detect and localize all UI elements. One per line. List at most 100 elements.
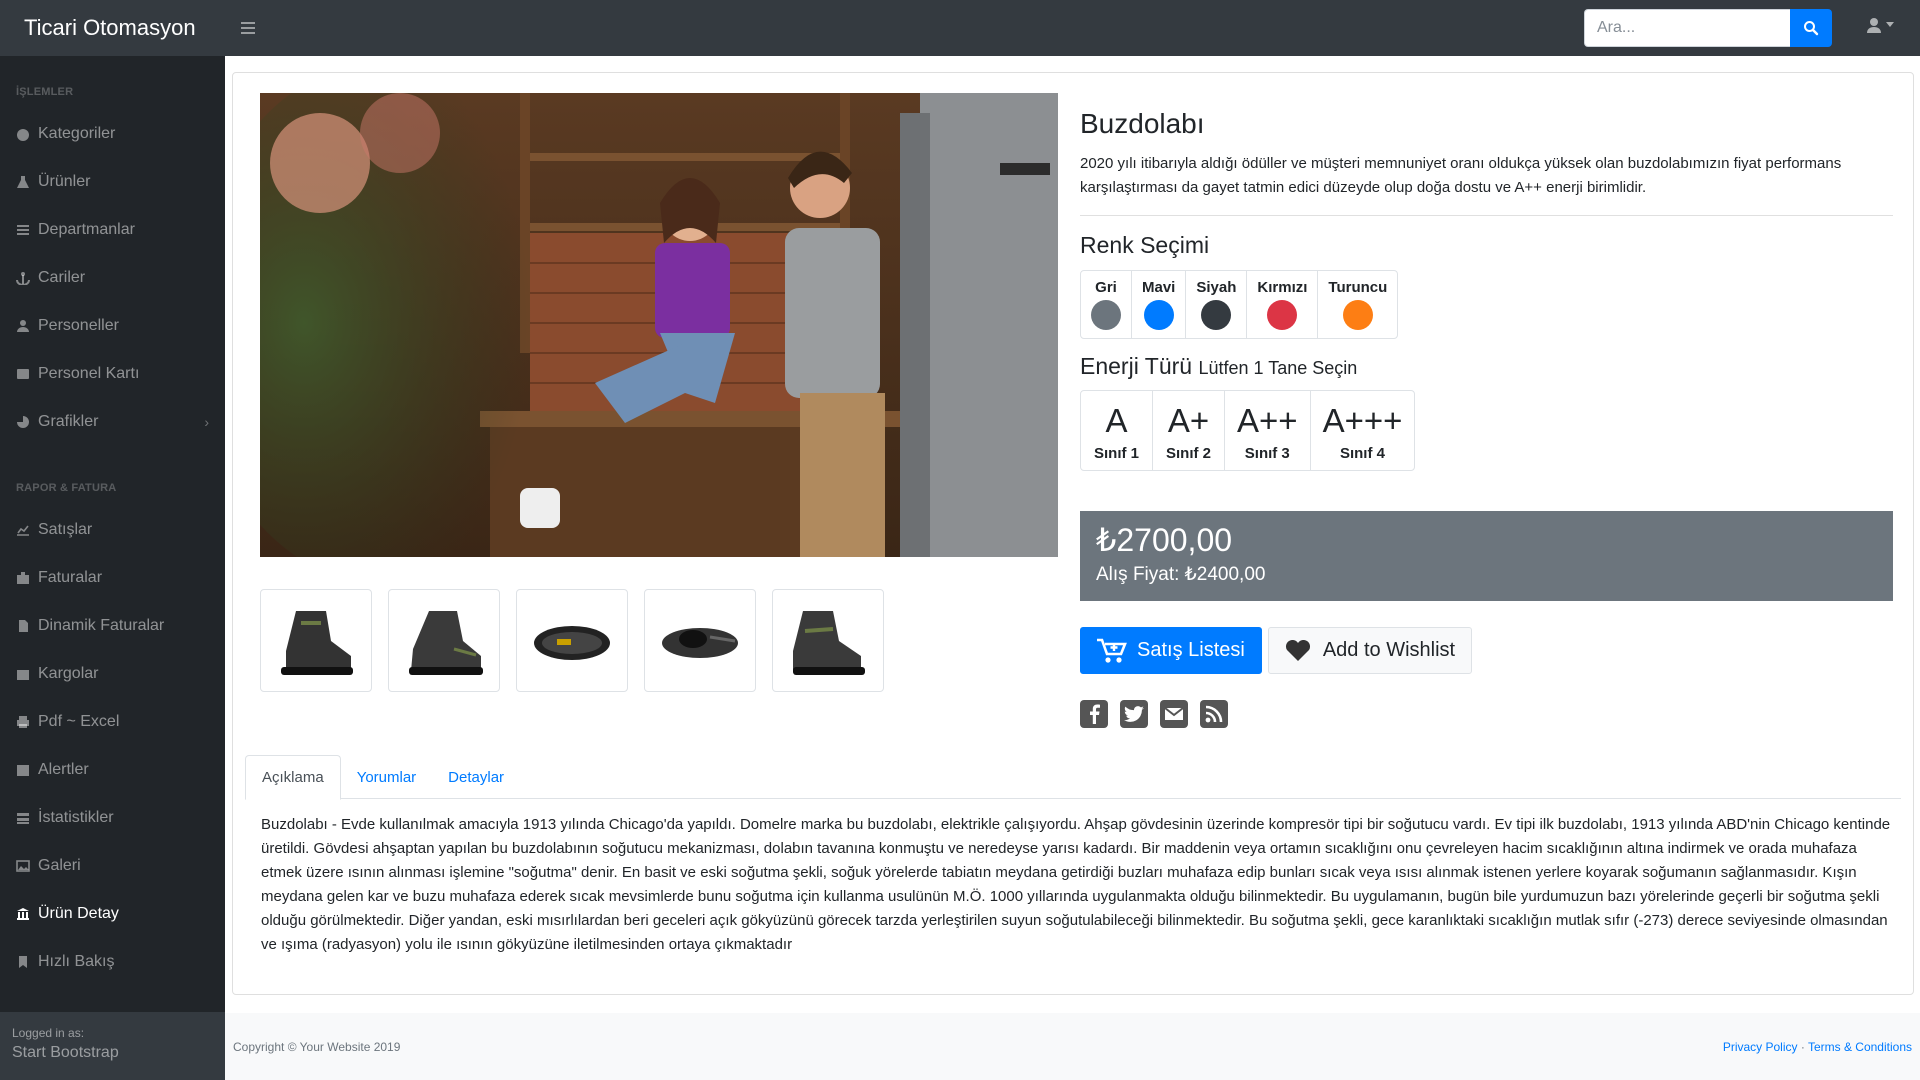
color-swatch	[1342, 300, 1373, 330]
wishlist-label: Add to Wishlist	[1322, 639, 1456, 661]
divider	[1080, 215, 1893, 216]
energy-grade: A+++	[1322, 402, 1403, 439]
color-heading: Renk Seçimi	[1080, 232, 1210, 258]
sidebar-item-i-statistikler[interactable]: İstatistikler	[0, 794, 225, 842]
tab-yorumlar[interactable]: Yorumlar	[341, 755, 432, 799]
caret-down-icon	[1886, 22, 1894, 27]
sidebar-item-label: Personel Kartı	[38, 365, 140, 382]
sidebar-item-label: Alertler	[38, 761, 89, 778]
product-main-image[interactable]	[260, 93, 1058, 557]
sidebar-toggle-icon[interactable]	[241, 22, 261, 34]
privacy-policy-link[interactable]: Privacy Policy	[1723, 1040, 1798, 1054]
sidebar-item-satışlar[interactable]: Satışlar	[0, 506, 225, 554]
energy-option-2[interactable]: A+ Sınıf 2	[1153, 391, 1225, 470]
chevron-right-icon: ›	[204, 414, 209, 430]
action-buttons: Satış Listesi Add to Wishlist	[1080, 627, 1473, 674]
twitter-icon[interactable]	[1120, 700, 1148, 728]
color-label: Kırmızı	[1257, 279, 1308, 296]
sidebar-item-hızlı-bakış[interactable]: Hızlı Bakış	[0, 938, 225, 986]
sidebar-item-faturalar[interactable]: Faturalar	[0, 554, 225, 602]
cart-plus-icon	[1097, 638, 1127, 663]
footer-links: Privacy Policy · Terms & Conditions	[1723, 1040, 1912, 1054]
thumbnail-2[interactable]	[388, 589, 500, 692]
bank-icon	[16, 907, 30, 921]
sidebar-item-label: Ürünler	[38, 173, 91, 190]
brand-title[interactable]: Ticari Otomasyon	[0, 15, 225, 41]
sidebar-item-label: Departmanlar	[38, 221, 135, 238]
sidebar-item-label: Dinamik Faturalar	[38, 617, 165, 634]
sidebar-item-cariler[interactable]: Cariler	[0, 254, 225, 302]
thumbnail-row	[260, 589, 884, 692]
sidebar-item-label: Ürün Detay	[38, 905, 119, 922]
logged-in-user: Start Bootstrap	[12, 1044, 119, 1061]
briefcase-icon	[16, 571, 30, 585]
gift-icon	[16, 667, 30, 681]
sidebar: İŞLEMLER Kategoriler Ürünler Departmanlar C…	[0, 56, 225, 1080]
sidebar-item-galeri[interactable]: Galeri	[0, 842, 225, 890]
color-option-turuncu[interactable]: Turuncu	[1318, 271, 1397, 338]
thumbnail-4[interactable]	[644, 589, 756, 692]
print-icon	[16, 715, 30, 729]
color-swatch	[1201, 300, 1232, 330]
sidebar-item-dinamik-faturalar[interactable]: Dinamik Faturalar	[0, 602, 225, 650]
wishlist-button[interactable]: Add to Wishlist	[1267, 627, 1473, 674]
sidebar-item-label: İstatistikler	[38, 809, 114, 826]
bookmark-icon	[16, 955, 30, 969]
energy-heading-title: Enerji Türü	[1080, 353, 1193, 379]
search-button[interactable]	[1790, 9, 1832, 47]
price-box: ₺2700,00 Alış Fiyat: ₺2400,00	[1080, 511, 1893, 601]
tab-aciklama[interactable]: Açıklama	[245, 755, 341, 800]
color-option-mavi[interactable]: Mavi	[1132, 271, 1187, 338]
energy-heading-sub: Lütfen 1 Tane Seçin	[1198, 358, 1358, 378]
color-label: Gri	[1095, 279, 1117, 296]
color-swatch	[1143, 300, 1174, 330]
energy-class: Sınıf 4	[1339, 445, 1385, 462]
color-label: Turuncu	[1328, 279, 1388, 296]
search-icon	[1804, 21, 1819, 36]
sidebar-item-label: Satışlar	[38, 521, 93, 538]
sidebar-item-alertler[interactable]: Alertler	[0, 746, 225, 794]
sidebar-item-personel-kartı[interactable]: Personel Kartı	[0, 350, 225, 398]
sidebar-item-kategoriler[interactable]: Kategoriler	[0, 110, 225, 158]
file-icon	[16, 619, 30, 633]
sidebar-item-grafikler[interactable]: Grafikler ›	[0, 398, 225, 446]
sidebar-item-departmanlar[interactable]: Departmanlar	[0, 206, 225, 254]
energy-grade: A+	[1167, 402, 1210, 439]
color-option-siyah[interactable]: Siyah	[1186, 271, 1248, 338]
sidebar-item-kargolar[interactable]: Kargolar	[0, 650, 225, 698]
sidebar-item-ürünler[interactable]: Ürünler	[0, 158, 225, 206]
id-card-icon	[16, 367, 30, 381]
rss-icon[interactable]	[1200, 700, 1228, 728]
search-input[interactable]	[1584, 9, 1790, 47]
energy-option-3[interactable]: A++ Sınıf 3	[1225, 391, 1311, 470]
energy-option-4[interactable]: A+++ Sınıf 4	[1311, 391, 1415, 470]
color-option-gri[interactable]: Gri	[1081, 271, 1132, 338]
sidebar-item-pdf-excel[interactable]: Pdf ~ Excel	[0, 698, 225, 746]
user-icon	[1867, 18, 1881, 33]
image-icon	[16, 859, 30, 873]
terms-link[interactable]: Terms & Conditions	[1808, 1040, 1912, 1054]
sidebar-item-personeller[interactable]: Personeller	[0, 302, 225, 350]
energy-class: Sınıf 3	[1244, 445, 1290, 462]
social-links	[1080, 700, 1228, 728]
sidebar-item-label: Kategoriler	[38, 125, 116, 142]
tab-detaylar[interactable]: Detaylar	[432, 755, 520, 799]
energy-class: Sınıf 2	[1165, 445, 1211, 462]
envelope-icon[interactable]	[1160, 700, 1188, 728]
sidebar-item-ürün-detay[interactable]: Ürün Detay	[0, 890, 225, 938]
sidebar-item-label: Grafikler	[38, 413, 99, 430]
user-dropdown[interactable]	[1866, 17, 1894, 33]
sales-list-button[interactable]: Satış Listesi	[1080, 627, 1262, 674]
thumbnail-3[interactable]	[516, 589, 628, 692]
facebook-icon[interactable]	[1080, 700, 1108, 728]
sales-list-label: Satış Listesi	[1137, 639, 1245, 661]
thumbnail-5[interactable]	[772, 589, 884, 692]
product-title: Buzdolabı	[1080, 108, 1205, 139]
buy-price: Alış Fiyat: ₺2400,00	[1096, 564, 1266, 585]
thumbnail-1[interactable]	[260, 589, 372, 692]
sale-price: ₺2700,00	[1096, 522, 1233, 558]
color-option-kırmızı[interactable]: Kırmızı	[1247, 271, 1319, 338]
energy-options: A Sınıf 1 A+ Sınıf 2 A++ Sınıf 3 A+++ Sınıf 4	[1080, 390, 1416, 471]
energy-option-1[interactable]: A Sınıf 1	[1081, 391, 1153, 470]
sidebar-footer: Logged in as: Start Bootstrap	[0, 1012, 225, 1080]
